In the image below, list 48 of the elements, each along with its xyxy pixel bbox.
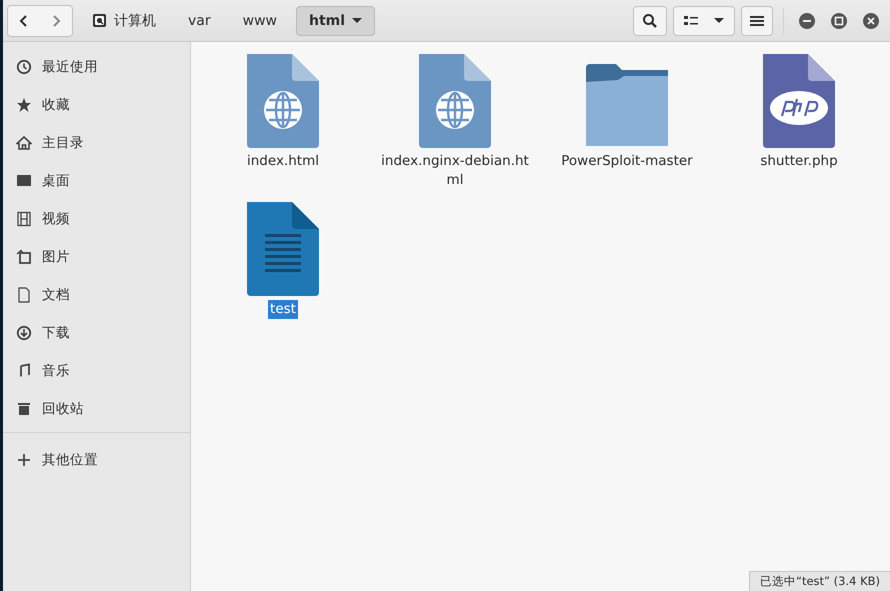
document-icon [16, 287, 32, 303]
dropdown-caret-icon [352, 18, 362, 24]
trash-icon [16, 401, 32, 417]
file-name: shutter.php [759, 152, 839, 171]
dropdown-caret-icon [714, 18, 724, 24]
sidebar-item[interactable]: 主目录 [3, 124, 190, 162]
drive-icon [92, 13, 107, 28]
clock-icon [16, 59, 32, 75]
sidebar-item[interactable]: 视频 [3, 200, 190, 238]
breadcrumb[interactable]: html [296, 6, 376, 36]
film-icon [16, 211, 32, 227]
breadcrumb[interactable]: var [175, 6, 224, 36]
file-item[interactable]: test [197, 198, 369, 319]
other-locations-item[interactable]: 其他位置 [3, 441, 190, 479]
star-icon [16, 97, 32, 113]
file-name: index.nginx-debian.html [380, 152, 530, 190]
sidebar-item[interactable]: 收藏 [3, 86, 190, 124]
list-view-icon [684, 14, 698, 26]
sidebar-item[interactable]: 下载 [3, 314, 190, 352]
close-icon [863, 12, 879, 28]
menu-icon [750, 14, 764, 26]
status-bar: 已选中“test” (3.4 KB) [748, 571, 890, 591]
search-button[interactable] [633, 6, 667, 36]
search-icon [642, 12, 658, 28]
file-item[interactable]: index.html [197, 50, 369, 190]
file-item[interactable]: PowerSploit-master [541, 50, 713, 190]
sidebar-item[interactable]: 音乐 [3, 352, 190, 390]
view-options-button[interactable] [673, 6, 735, 36]
menu-button[interactable] [741, 6, 773, 36]
download-icon [16, 325, 32, 341]
sidebar-item[interactable]: 回收站 [3, 390, 190, 428]
plus-icon [16, 452, 32, 468]
file-name: test [268, 300, 298, 319]
sidebar-item[interactable]: 图片 [3, 238, 190, 276]
home-icon [16, 135, 32, 151]
maximize-icon [831, 12, 847, 28]
minimize-icon [799, 12, 815, 28]
sidebar-item[interactable]: 桌面 [3, 162, 190, 200]
file-item[interactable]: shutter.php [713, 50, 885, 190]
breadcrumb[interactable]: 计算机 [79, 6, 169, 36]
file-name: PowerSploit-master [560, 152, 694, 171]
desktop-icon [16, 173, 32, 189]
file-item[interactable]: index.nginx-debian.html [369, 50, 541, 190]
breadcrumb[interactable]: www [230, 6, 290, 36]
picture-icon [16, 249, 32, 265]
file-name: index.html [246, 152, 320, 171]
sidebar-item[interactable]: 最近使用 [3, 48, 190, 86]
sidebar-item[interactable]: 文档 [3, 276, 190, 314]
